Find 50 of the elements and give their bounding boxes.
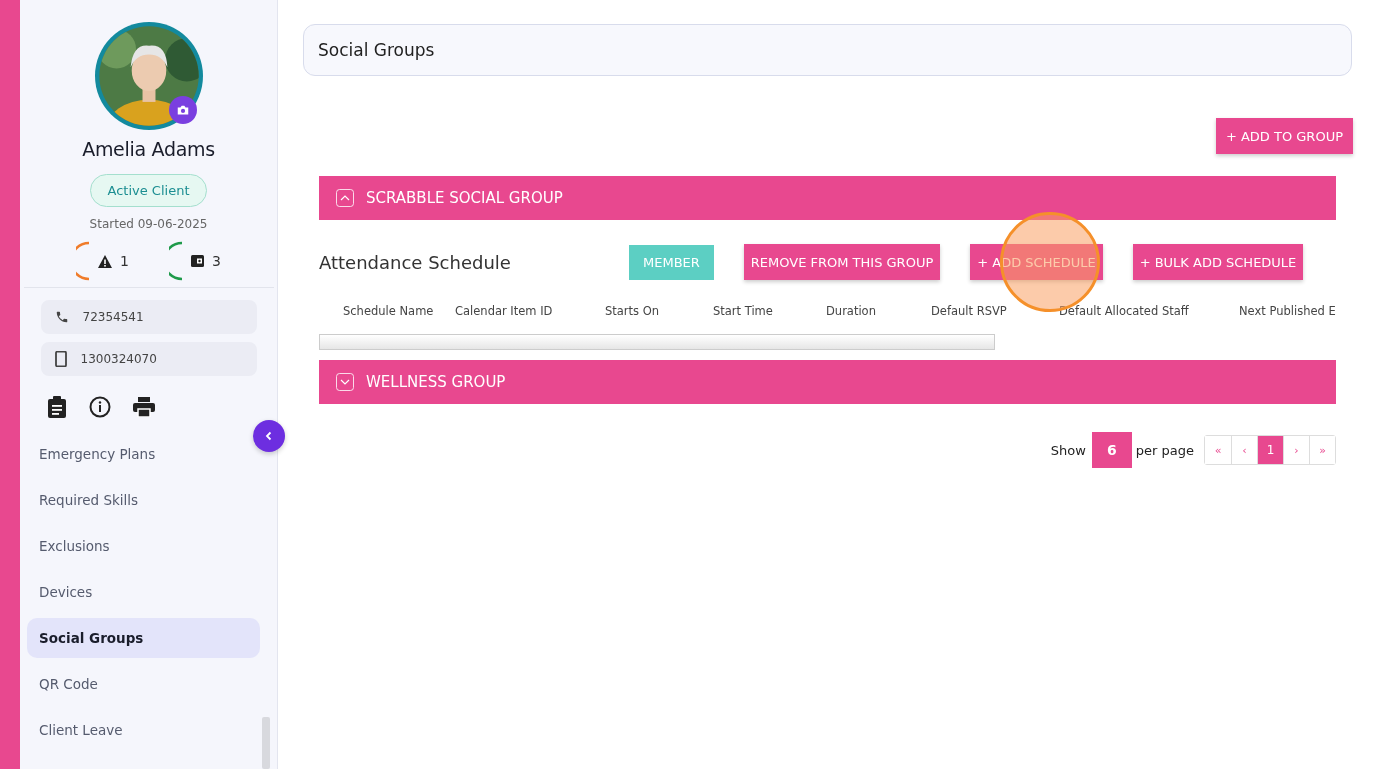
horizontal-scrollbar[interactable] xyxy=(319,334,995,350)
chevron-left-icon xyxy=(264,431,274,441)
column-header: Next Published E xyxy=(1239,304,1335,320)
clipboard-icon[interactable] xyxy=(47,396,67,418)
page-button[interactable]: 1 xyxy=(1257,436,1283,464)
column-header: Schedule Name xyxy=(343,304,435,320)
sidebar-item[interactable]: Devices xyxy=(27,572,260,612)
warning-icon xyxy=(98,254,113,268)
page-button[interactable]: » xyxy=(1309,436,1335,464)
action-button[interactable]: + BULK ADD SCHEDULE xyxy=(1132,244,1304,280)
sidebar-item[interactable]: Client Leave xyxy=(27,710,260,750)
start-date: Started 09-06-2025 xyxy=(89,217,208,231)
contact-value: 72354541 xyxy=(82,310,144,324)
chevron-down-icon[interactable] xyxy=(336,373,354,391)
per-page-label: per page xyxy=(1135,442,1194,458)
section-title: Attendance Schedule xyxy=(319,251,512,273)
collapse-button[interactable] xyxy=(253,420,285,452)
sidebar-item[interactable]: Social Groups xyxy=(27,618,260,658)
group-header[interactable]: WELLNESS GROUP xyxy=(319,360,1336,404)
client-name: Amelia Adams xyxy=(82,138,215,160)
group-header[interactable]: SCRABBLE SOCIAL GROUP xyxy=(319,176,1336,220)
column-header: Start Time xyxy=(713,304,774,320)
per-page-value[interactable]: 6 xyxy=(1091,432,1132,468)
contact-value: 1300324070 xyxy=(80,352,157,366)
group-name: WELLNESS GROUP xyxy=(366,373,506,391)
scrollbar-thumb[interactable] xyxy=(262,717,270,769)
page-title: Social Groups xyxy=(318,40,435,60)
phone-icon xyxy=(54,310,69,324)
status-badge: Active Client xyxy=(89,174,208,207)
column-header: Default Allocated Staff xyxy=(1059,304,1190,320)
column-header: Duration xyxy=(826,304,877,320)
chevron-up-icon[interactable] xyxy=(336,189,354,207)
camera-icon xyxy=(175,103,190,117)
sidebar-item[interactable]: Emergency Plans xyxy=(27,434,260,474)
group-name: SCRABBLE SOCIAL GROUP xyxy=(366,189,563,207)
counter-value: 3 xyxy=(212,253,221,269)
sidebar-item[interactable]: QR Code xyxy=(27,664,260,704)
wallet-icon xyxy=(191,255,204,267)
sidebar-item[interactable]: Required Skills xyxy=(27,480,260,520)
show-label: Show xyxy=(1050,442,1086,458)
column-header: Default RSVP xyxy=(931,304,1008,320)
add-to-group-button[interactable]: + ADD TO GROUP xyxy=(1215,118,1353,154)
mobile-phone-icon xyxy=(54,351,67,367)
print-icon[interactable] xyxy=(133,397,155,417)
counter-value: 1 xyxy=(120,253,129,269)
info-icon[interactable] xyxy=(89,396,111,418)
action-button[interactable]: REMOVE FROM THIS GROUP xyxy=(743,244,941,280)
column-header: Calendar Item ID xyxy=(455,304,554,320)
sidebar-item[interactable]: Exclusions xyxy=(27,526,260,566)
column-header: Starts On xyxy=(605,304,661,320)
